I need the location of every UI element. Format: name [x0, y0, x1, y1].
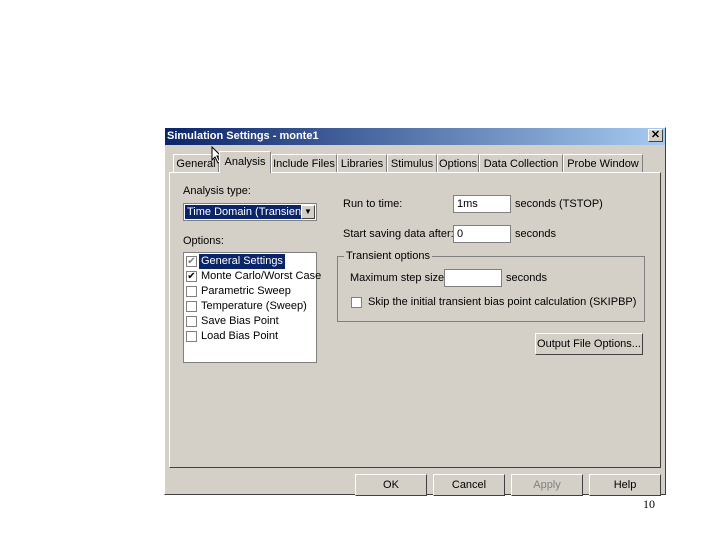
- tab-analysis[interactable]: Analysis: [219, 151, 271, 173]
- tab-probe-window[interactable]: Probe Window: [563, 154, 643, 172]
- max-step-unit: seconds: [506, 272, 547, 284]
- tab-libraries[interactable]: Libraries: [337, 154, 387, 172]
- page-number: 10: [643, 497, 655, 511]
- option-label: Parametric Sweep: [201, 285, 291, 297]
- analysis-type-select[interactable]: Time Domain (Transient) ▼: [183, 203, 317, 221]
- option-label: Load Bias Point: [201, 330, 279, 342]
- analysis-type-label: Analysis type:: [183, 185, 251, 197]
- max-step-label: Maximum step size:: [350, 272, 448, 284]
- option-label: General Settings: [199, 254, 285, 269]
- checkbox[interactable]: ✔: [186, 271, 197, 282]
- start-saving-unit: seconds: [515, 228, 556, 240]
- output-file-options-button[interactable]: Output File Options...: [535, 333, 643, 355]
- option-label: Monte Carlo/Worst Case: [201, 270, 322, 282]
- cancel-button[interactable]: Cancel: [433, 474, 505, 496]
- checkbox[interactable]: [186, 286, 197, 297]
- help-button[interactable]: Help: [589, 474, 661, 496]
- transient-options-title: Transient options: [344, 250, 432, 262]
- analysis-type-value: Time Domain (Transient): [185, 205, 310, 219]
- checkbox[interactable]: ✔: [186, 256, 197, 267]
- checkbox[interactable]: [186, 331, 197, 342]
- dialog-title: Simulation Settings - monte1: [167, 130, 319, 142]
- start-saving-label: Start saving data after:: [343, 228, 454, 240]
- options-label: Options:: [183, 235, 224, 247]
- checkbox[interactable]: [186, 301, 197, 312]
- max-step-input[interactable]: [444, 269, 502, 287]
- start-saving-input[interactable]: 0: [453, 225, 511, 243]
- run-to-time-unit: seconds (TSTOP): [515, 198, 603, 210]
- option-label: Temperature (Sweep): [201, 300, 307, 312]
- title-bar[interactable]: Simulation Settings - monte1 ✕: [165, 128, 665, 145]
- apply-button[interactable]: Apply: [511, 474, 583, 496]
- skip-bias-checkbox[interactable]: [351, 297, 362, 308]
- tab-data-collection[interactable]: Data Collection: [479, 154, 563, 172]
- tab-stimulus[interactable]: Stimulus: [387, 154, 437, 172]
- tab-options[interactable]: Options: [437, 154, 479, 172]
- transient-options-group: Transient options Maximum step size: sec…: [337, 250, 645, 322]
- options-list: ✔ General Settings ✔ Monte Carlo/Worst C…: [183, 252, 321, 363]
- simulation-settings-dialog: Simulation Settings - monte1 ✕ General A…: [164, 127, 666, 496]
- option-label: Save Bias Point: [201, 315, 279, 327]
- chevron-down-icon[interactable]: ▼: [301, 205, 315, 219]
- run-to-time-input[interactable]: 1ms: [453, 195, 511, 213]
- close-button[interactable]: ✕: [648, 129, 663, 142]
- tab-include-files[interactable]: Include Files: [271, 154, 337, 172]
- skip-bias-label: Skip the initial transient bias point ca…: [368, 296, 637, 308]
- run-to-time-label: Run to time:: [343, 198, 403, 210]
- checkbox[interactable]: [186, 316, 197, 327]
- ok-button[interactable]: OK: [355, 474, 427, 496]
- close-icon: ✕: [650, 129, 661, 141]
